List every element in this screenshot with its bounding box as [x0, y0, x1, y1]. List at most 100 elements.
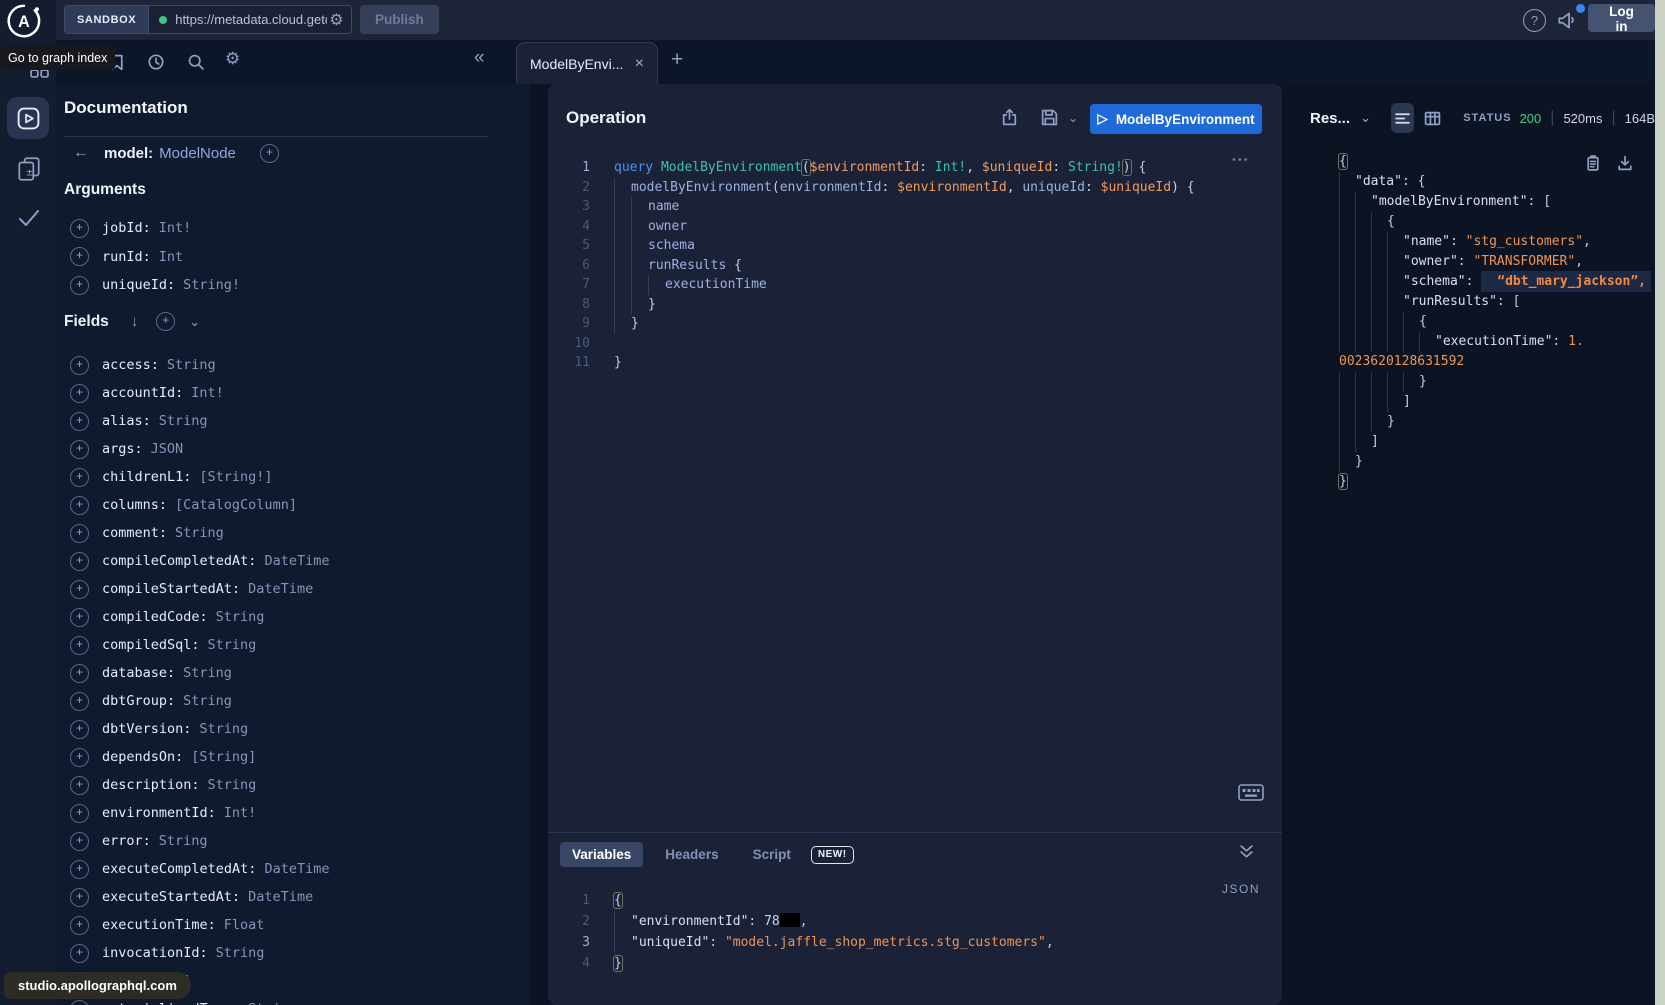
add-to-query-button[interactable]: + [70, 664, 89, 683]
collapse-panel-icon[interactable] [1238, 844, 1256, 860]
publish-button[interactable]: Publish [360, 5, 439, 34]
line-number: 4 [548, 953, 598, 974]
add-to-query-button[interactable]: + [70, 440, 89, 459]
field-row: +dependsOn:[String] [70, 743, 510, 771]
history-icon[interactable] [147, 53, 165, 71]
field-row: +executeCompletedAt:DateTime [70, 855, 510, 883]
add-to-query-button[interactable]: + [70, 720, 89, 739]
back-arrow-icon[interactable]: ← [73, 144, 89, 162]
documentation-panel: Documentation ← model: ModelNode + Argum… [56, 84, 530, 1005]
explorer-settings-icon[interactable]: ⚙ [225, 49, 243, 67]
add-to-query-button[interactable]: + [70, 888, 89, 907]
tab-script[interactable]: Script [741, 842, 803, 867]
add-to-query-button[interactable]: + [70, 608, 89, 627]
code-line: 5schema [548, 236, 1268, 256]
field-type: DateTime [248, 581, 313, 597]
add-to-query-button[interactable]: + [70, 219, 89, 238]
breadcrumb-type-link[interactable]: ModelNode [159, 145, 236, 162]
login-button[interactable]: Log in [1588, 4, 1655, 32]
add-to-query-button[interactable]: + [70, 944, 89, 963]
add-to-query-button[interactable]: + [70, 580, 89, 599]
response-viewer[interactable]: {"data": {"modelByEnvironment": [{"name"… [1298, 152, 1655, 492]
tab-variables[interactable]: Variables [560, 842, 643, 867]
field-name: args: [102, 441, 143, 457]
keyboard-shortcuts-icon[interactable] [1238, 784, 1264, 801]
add-fields-button[interactable]: + [156, 312, 175, 331]
add-to-query-button[interactable]: + [70, 916, 89, 935]
add-to-query-button[interactable]: + [70, 276, 89, 295]
sort-fields-icon[interactable]: ↓ [131, 313, 139, 330]
add-to-query-button[interactable]: + [70, 412, 89, 431]
endpoint-settings-icon[interactable]: ⚙ [329, 10, 343, 30]
tab-headers[interactable]: Headers [653, 842, 730, 867]
svg-text:±: ± [26, 165, 33, 178]
argument-row: +uniqueId:String! [70, 271, 510, 300]
line-number: 3 [548, 932, 598, 953]
add-to-query-button[interactable]: + [70, 468, 89, 487]
add-to-query-button[interactable]: + [70, 496, 89, 515]
code-line: } [1323, 452, 1655, 472]
share-icon[interactable] [1000, 108, 1020, 128]
add-to-query-button[interactable]: + [70, 247, 89, 266]
add-to-query-button[interactable]: + [70, 692, 89, 711]
field-type: String [159, 833, 208, 849]
help-icon[interactable]: ? [1523, 9, 1546, 32]
tab-close-icon[interactable]: × [635, 55, 644, 73]
add-to-query-button[interactable]: + [70, 524, 89, 543]
line-number: 10 [548, 334, 598, 354]
add-to-query-button[interactable]: + [70, 860, 89, 879]
add-to-query-button[interactable]: + [70, 748, 89, 767]
collapse-sidebar-icon[interactable]: « [474, 47, 485, 69]
schema-diff-icon[interactable]: ± [15, 155, 43, 183]
endpoint-url-input[interactable]: https://metadata.cloud.getd [175, 12, 327, 27]
save-icon[interactable] [1040, 108, 1060, 128]
add-to-query-button[interactable]: + [70, 776, 89, 795]
code-line: 6runResults { [548, 256, 1268, 276]
add-to-query-button[interactable]: + [70, 804, 89, 823]
code-line: 1{ [548, 890, 1268, 911]
divider [64, 136, 488, 137]
operation-title: Operation [566, 108, 646, 128]
code-line: 1query ModelByEnvironment($environmentId… [548, 158, 1268, 178]
search-icon[interactable] [187, 53, 205, 71]
browser-scrollbar[interactable] [1655, 0, 1665, 1005]
field-type: String [183, 665, 232, 681]
field-type: Int [159, 249, 183, 265]
checks-icon[interactable] [15, 205, 43, 231]
line-number: 11 [548, 353, 598, 373]
add-to-query-button[interactable]: + [70, 636, 89, 655]
field-row: +executeStartedAt:DateTime [70, 883, 510, 911]
code-line: } [1323, 372, 1655, 392]
field-name: dbtVersion: [102, 721, 191, 737]
line-number: 2 [548, 911, 598, 932]
save-options-chevron-icon[interactable]: ⌄ [1068, 111, 1078, 125]
operation-editor[interactable]: 1query ModelByEnvironment($environmentId… [548, 158, 1268, 373]
add-to-query-button[interactable]: + [70, 1000, 89, 1005]
add-to-query-button[interactable]: + [70, 356, 89, 375]
field-row: +childrenL1:[String!] [70, 463, 510, 491]
explorer-icon[interactable] [7, 97, 49, 139]
status-code: 200 [1520, 111, 1542, 126]
line-number: 3 [548, 197, 598, 217]
arguments-list: +jobId:Int!+runId:Int+uniqueId:String! [70, 214, 510, 300]
new-tab-button[interactable]: + [671, 48, 683, 72]
json-view-toggle[interactable] [1391, 103, 1414, 133]
field-row: +columns:[CatalogColumn] [70, 491, 510, 519]
table-view-toggle[interactable] [1424, 105, 1441, 131]
run-operation-button[interactable]: ▷ ModelByEnvironment [1090, 104, 1262, 134]
variables-editor[interactable]: 1{2"environmentId": 78,3"uniqueId": "mod… [548, 890, 1268, 974]
tab-operation[interactable]: ModelByEnvi... × [516, 42, 658, 84]
field-type: DateTime [264, 861, 329, 877]
apollo-studio-app: A ± [0, 0, 1665, 1005]
add-to-query-button[interactable]: + [70, 832, 89, 851]
response-chevron-icon[interactable]: ⌄ [1360, 110, 1371, 126]
field-type: Int! [159, 220, 192, 236]
field-name: columns: [102, 497, 167, 513]
apollo-logo-icon[interactable]: A [5, 2, 43, 40]
code-line: 10 [548, 334, 1268, 354]
code-line: } [1323, 412, 1655, 432]
add-to-query-button[interactable]: + [70, 384, 89, 403]
add-to-query-button[interactable]: + [70, 552, 89, 571]
fields-chevron-icon[interactable]: ⌄ [189, 314, 200, 330]
add-all-fields-button[interactable]: + [260, 144, 279, 163]
